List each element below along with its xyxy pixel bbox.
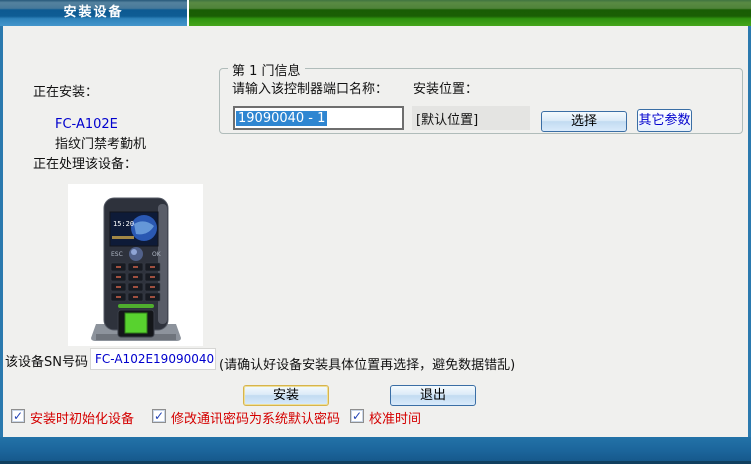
check-icon <box>153 410 165 422</box>
device-type-text: 指纹门禁考勤机 <box>55 133 146 152</box>
location-label: 安装位置： <box>413 78 478 97</box>
checkbox-reset-password[interactable] <box>152 409 166 423</box>
device-key-esc: ESC <box>111 251 123 258</box>
sn-value-text: FC-A102E19090040 <box>95 352 214 366</box>
port-name-label: 请输入该控制器端口名称： <box>232 78 388 97</box>
check-icon <box>351 410 363 422</box>
footer-bar <box>0 437 751 464</box>
header: 安装设备 <box>0 0 751 26</box>
location-value-box: [默认位置] <box>412 106 530 130</box>
processing-label: 正在处理该设备： <box>33 153 137 172</box>
checkbox-calibrate-time[interactable] <box>350 409 364 423</box>
content-area: 正在安装： FC-A102E 指纹门禁考勤机 正在处理该设备： 15:20 <box>0 26 751 437</box>
device-model-text: FC-A102E <box>55 117 118 132</box>
checkbox-init-device-label: 安装时初始化设备 <box>30 408 134 427</box>
device-key-ok: OK <box>152 251 162 258</box>
tab-install-device[interactable]: 安装设备 <box>0 0 187 26</box>
sn-note: (请确认好设备安装具体位置再选择，避免数据错乱) <box>219 354 515 373</box>
checkbox-init-device[interactable] <box>11 409 25 423</box>
location-value-text: [默认位置] <box>416 113 478 128</box>
port-name-selected-text: 19090040 - 1 <box>236 111 327 126</box>
door-info-title: 第 1 门信息 <box>228 60 305 79</box>
fingerprint-device-image: 15:20 ESC OK <box>68 184 203 346</box>
choose-location-button[interactable]: 选择 <box>541 111 627 132</box>
port-name-input[interactable]: 19090040 - 1 <box>233 106 404 130</box>
door-info-groupbox: 第 1 门信息 请输入该控制器端口名称： 安装位置： 19090040 - 1 … <box>219 68 743 134</box>
tab-label: 安装设备 <box>63 5 123 20</box>
device-screen-time: 15:20 <box>113 220 134 228</box>
checkbox-calibrate-time-label: 校准时间 <box>369 408 421 427</box>
install-button[interactable]: 安装 <box>243 385 329 406</box>
sn-label: 该设备SN号码： <box>5 351 101 370</box>
installing-label: 正在安装： <box>33 81 98 100</box>
device-photo: 15:20 ESC OK <box>68 184 203 346</box>
header-green-bar <box>189 0 751 26</box>
install-device-window: 安装设备 正在安装： FC-A102E 指纹门禁考勤机 正在处理该设备： 1 <box>0 0 751 464</box>
exit-button[interactable]: 退出 <box>390 385 476 406</box>
check-icon <box>12 410 24 422</box>
sn-input[interactable]: FC-A102E19090040 <box>90 348 216 370</box>
other-params-button[interactable]: 其它参数 <box>637 109 692 132</box>
checkbox-reset-password-label: 修改通讯密码为系统默认密码 <box>171 408 340 427</box>
